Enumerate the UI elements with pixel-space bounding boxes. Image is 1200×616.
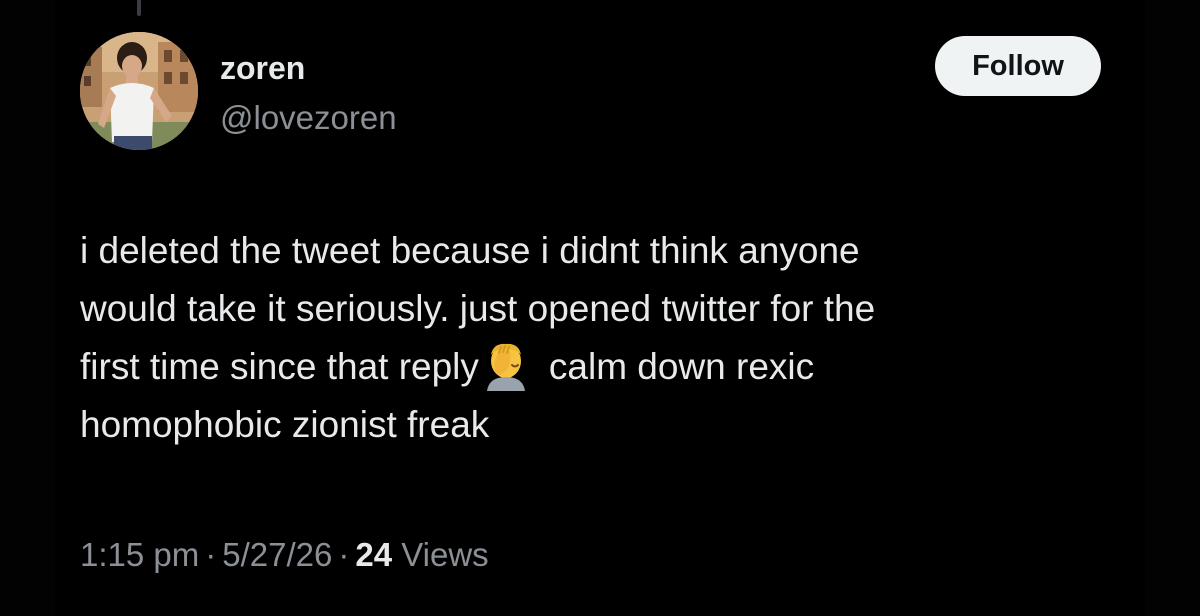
thread-connector-line [137, 0, 141, 16]
follow-button[interactable]: Follow [935, 36, 1101, 96]
user-handle[interactable]: @lovezoren [220, 98, 397, 138]
tweet-line: first time since that reply calm down re… [80, 338, 1120, 396]
tweet-line: homophobic zionist freak [80, 404, 490, 445]
views-label: Views [401, 536, 489, 573]
profile-photo-icon [80, 32, 198, 150]
meta-separator: · [205, 536, 217, 573]
left-margin [0, 0, 55, 616]
tweet-line: would take it seriously. just opened twi… [80, 288, 876, 329]
avatar[interactable] [80, 32, 198, 150]
tweet-date[interactable]: 5/27/26 [222, 536, 332, 573]
facepalm-emoji-icon [479, 341, 533, 391]
display-name[interactable]: zoren [220, 48, 305, 88]
tweet-time[interactable]: 1:15 pm [80, 536, 199, 573]
meta-separator: · [338, 536, 350, 573]
tweet-line-segment: calm down rexic [548, 346, 815, 387]
tweet-text: i deleted the tweet because i didnt thin… [80, 222, 1120, 454]
tweet-line-segment: first time since that reply [80, 346, 479, 387]
right-margin [1145, 0, 1200, 616]
tweet-meta: 1:15 pm · 5/27/26 · 24 Views [80, 534, 489, 576]
tweet-line: i deleted the tweet because i didnt thin… [80, 230, 860, 271]
views-count[interactable]: 24 [355, 536, 392, 573]
